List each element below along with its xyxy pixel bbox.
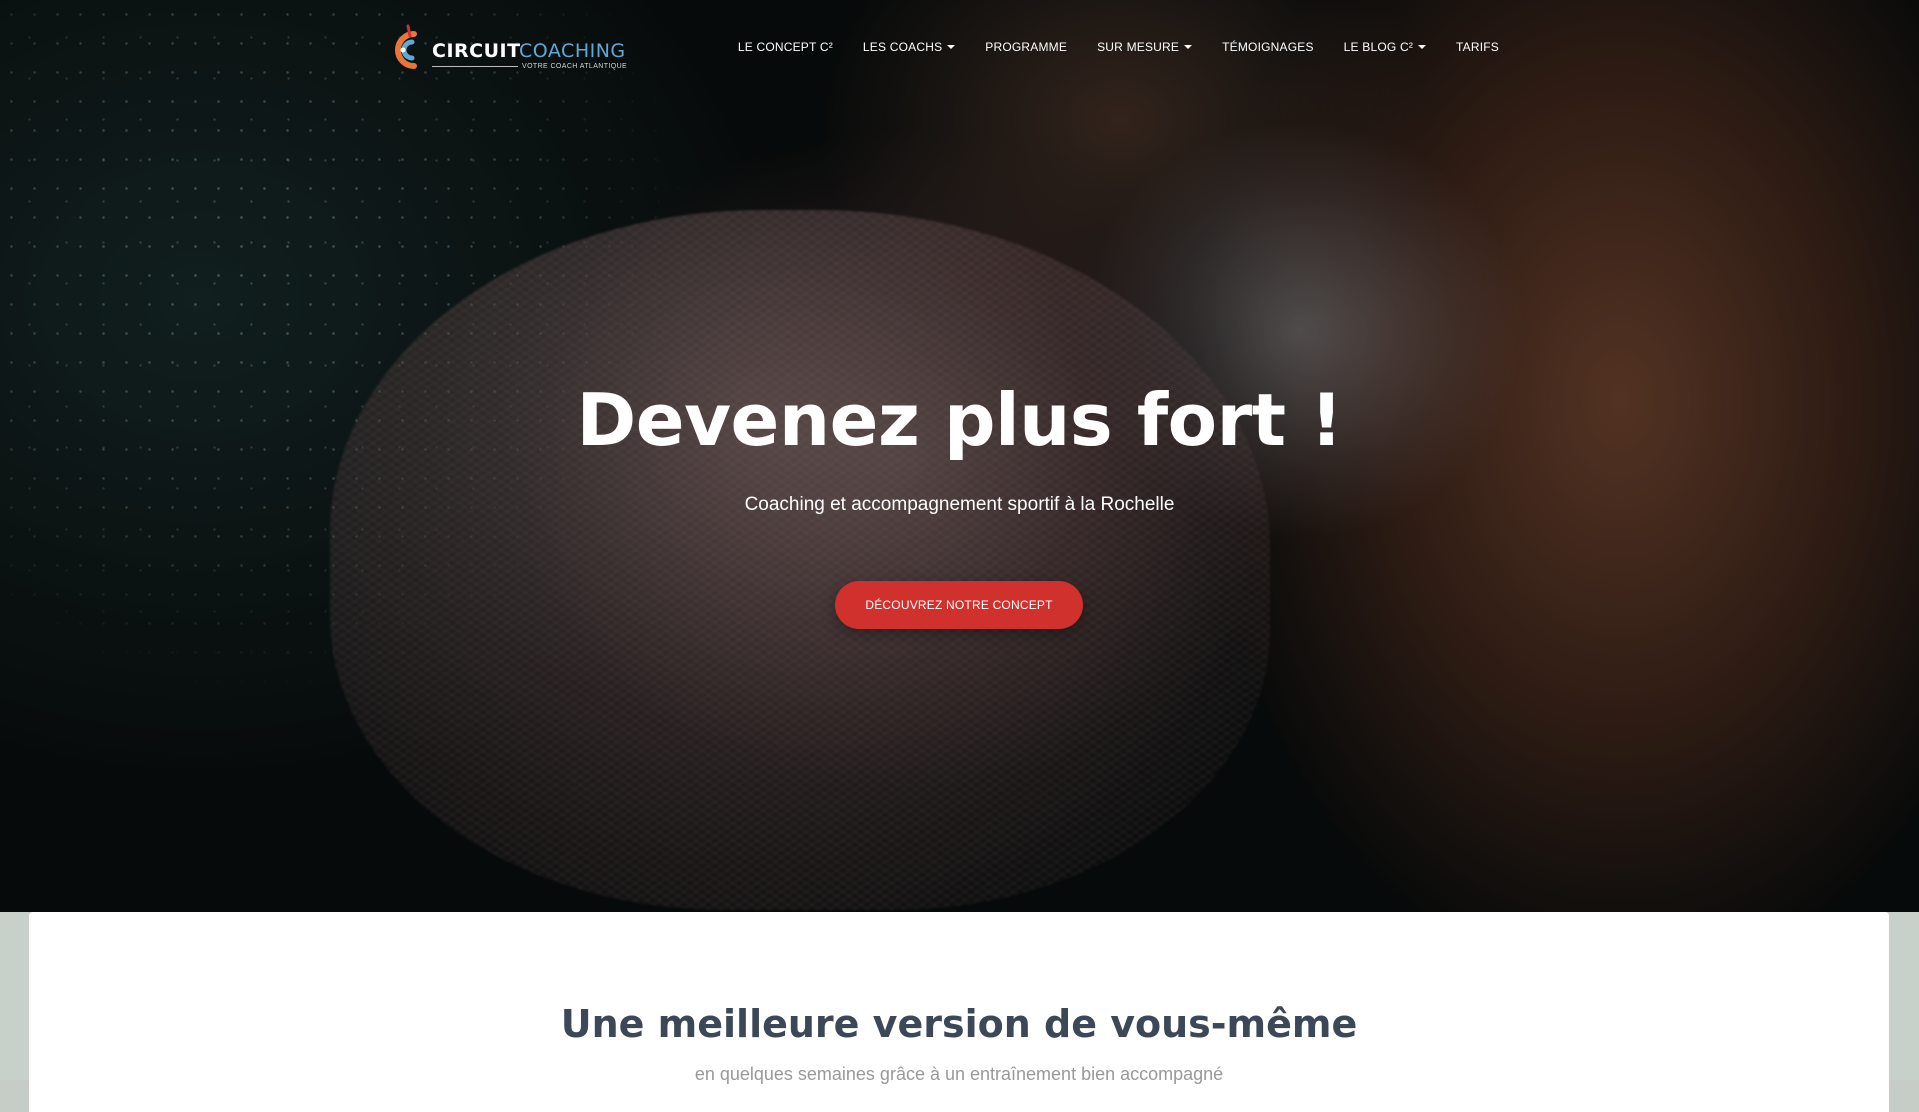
nav-item-label: TÉMOIGNAGES bbox=[1222, 40, 1314, 54]
nav-item-programme[interactable]: PROGRAMME bbox=[970, 40, 1082, 54]
hero-subtitle: Coaching et accompagnement sportif à la … bbox=[744, 494, 1175, 515]
logo-wordmark-primary: CIRCUIT bbox=[432, 40, 521, 62]
hero-title: Devenez plus fort ! bbox=[576, 378, 1343, 462]
hero-section: Devenez plus fort ! Coaching et accompag… bbox=[0, 0, 1919, 912]
chevron-down-icon bbox=[947, 44, 956, 49]
nav-item-tarifs[interactable]: TARIFS bbox=[1441, 40, 1514, 54]
logo-wordmark-secondary: COACHING bbox=[519, 40, 626, 62]
logo-tagline: VOTRE COACH ATLANTIQUE bbox=[522, 63, 628, 70]
main-menu: LE CONCEPT C² LES COACHS PROGRAMME SUR M… bbox=[723, 40, 1514, 54]
nav-item-label: LE CONCEPT C² bbox=[737, 40, 833, 54]
nav-item-label: SUR MESURE bbox=[1097, 40, 1180, 54]
nav-item-label: PROGRAMME bbox=[985, 40, 1068, 54]
site-logo[interactable]: CIRCUIT COACHING VOTRE COACH ATLANTIQUE bbox=[388, 22, 628, 78]
content-card: Une meilleure version de vous-même en qu… bbox=[29, 912, 1889, 1112]
section-subtitle: en quelques semaines grâce à un entraîne… bbox=[694, 1064, 1224, 1084]
nav-item-coachs[interactable]: LES COACHS bbox=[848, 40, 970, 54]
logo-divider bbox=[432, 66, 518, 67]
nav-item-label: LE BLOG C² bbox=[1343, 40, 1414, 54]
nav-item-label: LES COACHS bbox=[862, 40, 943, 54]
discover-concept-button[interactable]: DÉCOUVREZ NOTRE CONCEPT bbox=[835, 581, 1083, 629]
nav-item-temoignages[interactable]: TÉMOIGNAGES bbox=[1207, 40, 1329, 54]
section-title: Une meilleure version de vous-même bbox=[560, 1002, 1358, 1046]
chevron-down-icon bbox=[1418, 44, 1427, 49]
logo-mark-icon bbox=[395, 24, 417, 69]
nav-item-label: TARIFS bbox=[1456, 40, 1499, 54]
nav-item-concept[interactable]: LE CONCEPT C² bbox=[723, 40, 848, 54]
nav-item-blog[interactable]: LE BLOG C² bbox=[1329, 40, 1441, 54]
chevron-down-icon bbox=[1184, 44, 1193, 49]
nav-item-sur-mesure[interactable]: SUR MESURE bbox=[1082, 40, 1207, 54]
top-navbar: CIRCUIT COACHING VOTRE COACH ATLANTIQUE … bbox=[0, 0, 1919, 100]
